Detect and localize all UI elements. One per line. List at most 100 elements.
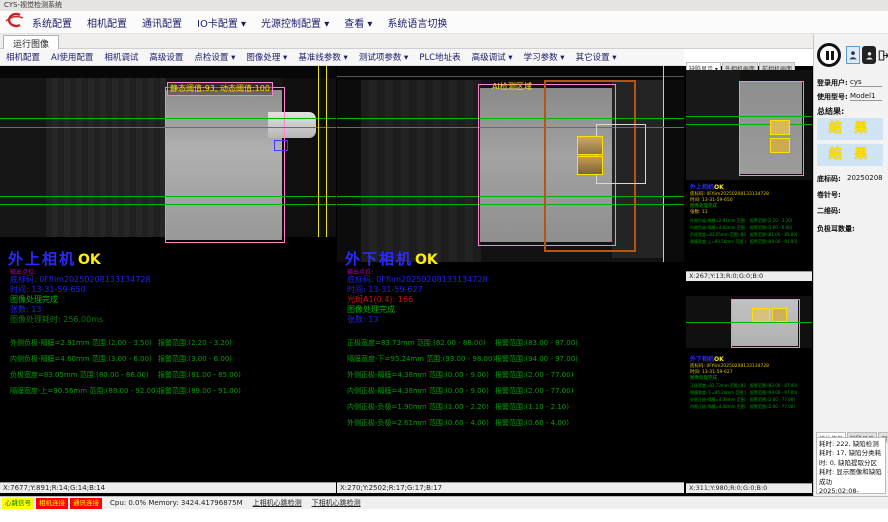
menu-language-switch[interactable]: 系统语言切换	[387, 15, 447, 30]
window-title: CYS-视觉检测系统	[4, 1, 62, 9]
menu-bar: 系统配置 相机配置 通讯配置 IO卡配置 ▾ 光源控制配置 ▾ 查看 ▾ 系统语…	[0, 11, 888, 34]
tool-test-params[interactable]: 测试项参数 ▾	[359, 51, 408, 63]
measurement-line: 内侧负极-隔膜=4.60mm 范围:(3.00 - 6.00)	[10, 354, 152, 364]
mini-alarm: 报警范围:(2.00 - 77.00)	[750, 397, 808, 403]
lower-camera-heartbeat-link[interactable]: 下相机心跳检测	[312, 498, 361, 508]
tool-advanced-settings[interactable]: 高级设置	[149, 51, 183, 63]
statistics-text[interactable]: 耗时: 222, 缺陷检测耗时: 17, 缺陷分类耗时: 0, 缺陷提取分区耗时…	[816, 437, 886, 494]
user-button[interactable]	[862, 46, 876, 64]
mini-lower-title: 外下相机OK	[690, 354, 724, 363]
mini-alarm: 报警范围:(3.00 - 6.00)	[750, 225, 808, 231]
qr-code-label: 二维码:	[817, 206, 841, 216]
alarm-range: 报警范围:(0.60 - 4.00)	[495, 418, 569, 428]
defect-thumb	[772, 308, 787, 322]
mini-measure: 正极宽度=83.73mm 范围:(82.00 - 88.00)	[690, 383, 746, 389]
mini-upper-title: 外上相机OK	[690, 182, 724, 191]
camera-lower-image: AI检测区域	[337, 66, 684, 262]
tool-camera-debug[interactable]: 相机调试	[104, 51, 138, 63]
mini-upper-statusbar: X:267;Y:13;R:0;G:0;B:0	[686, 271, 812, 281]
mini-upper-image	[686, 70, 812, 180]
measurement-line: 外侧正极-负极=2.61mm 范围:(0.60 - 4.00)	[347, 418, 489, 428]
defect-thumb	[770, 120, 790, 135]
mini-measure: 外侧负极-隔膜=2.91mm 范围:(2.00 - 3.50)	[690, 218, 746, 224]
neg-tab-count-label: 负极耳数量:	[817, 224, 855, 234]
tool-image-processing[interactable]: 图像处理 ▾	[246, 51, 287, 63]
exit-button[interactable]	[876, 46, 888, 64]
mini-alarm: 报警范围:(94.00 - 97.00)	[750, 390, 808, 396]
tool-spotcheck-settings[interactable]: 点检设置 ▾	[194, 51, 235, 63]
mini-measure: 内侧正极-隔膜=4.38mm 范围:(0.00 - 9.00)	[690, 404, 746, 410]
bottom-code-value: 20250208	[847, 174, 883, 182]
mini-line: 张数: 13	[690, 209, 708, 215]
app-window: CYS-视觉检测系统 系统配置 相机配置 通讯配置 IO卡配置 ▾ 光源控制配置…	[0, 0, 888, 522]
camera-lower-result-title: 外下相机OK	[345, 248, 438, 269]
menu-system-config[interactable]: 系统配置	[32, 15, 72, 30]
tool-learning-params[interactable]: 学习参数 ▾	[524, 51, 565, 63]
total-result-label: 总结果:	[817, 106, 844, 117]
mini-alarm: 报警范围:(81.00 - 85.00)	[750, 232, 808, 238]
bottom-code-label: 底标码:	[817, 174, 841, 184]
camera-upper-statusbar: X:7677;Y:891;R:14;G:14;B:14	[0, 482, 336, 493]
mini-view-lower[interactable]: 外下相机OK 底标码: 0Ffiim20250208133134728 时间: …	[686, 282, 812, 493]
mini-alarm: 报警范围:(89.00 - 91.00)	[750, 239, 808, 245]
defect-thumb	[770, 138, 790, 153]
login-user-button[interactable]	[846, 46, 860, 64]
menu-view[interactable]: 查看 ▾	[344, 15, 372, 30]
camera-view-lower[interactable]: AI检测区域 外下相机OK 输出点位: 底标码: 0Ffiim202502081…	[337, 66, 684, 493]
camera-connect-badge: 相机连接	[36, 498, 68, 509]
measurement-line: 负极宽度=83.05mm 范围:(80.00 - 86.00)	[10, 370, 149, 380]
tool-advanced-debug[interactable]: 高级调试 ▾	[472, 51, 513, 63]
login-user-label: 登录用户:	[817, 78, 848, 88]
tool-plc-address[interactable]: PLC地址表	[419, 51, 460, 63]
alarm-range: 报警范围:(1.10 - 2.10)	[495, 402, 569, 412]
mini-measure: 负极宽度=83.05mm 范围:(80.00 - 86.00)	[690, 232, 746, 238]
user-icon	[848, 49, 858, 61]
measurement-line: 内侧正极-隔膜=4.38mm 范围:(0.00 - 9.00)	[347, 386, 489, 396]
alarm-range: 报警范围:(89.00 - 91.00)	[158, 386, 241, 396]
camera-upper-image: 静态阈值:93, 动态阈值:100	[0, 66, 336, 237]
process-time-line: 图像处理耗时: 256.00ms	[10, 314, 103, 325]
roi-box-pink	[165, 87, 285, 243]
mini-line: 图像处理完成	[690, 375, 717, 381]
menu-comm-config[interactable]: 通讯配置	[142, 15, 182, 30]
alarm-range: 报警范围:(2.00 - 77.00)	[495, 370, 573, 380]
measurement-line: 隔膜宽度-下=95.24mm 范围:(93.00 - 98.00)	[347, 354, 495, 364]
mini-lower-statusbar: X:311;Y:980;R:0;G:0;B:0	[686, 483, 812, 493]
defect-thumb	[577, 156, 603, 175]
mini-measure: 外侧正极-隔膜=4.38mm 范围:(0.00 - 9.00)	[690, 397, 746, 403]
toolbar: 相机配置 AI使用配置 相机调试 高级设置 点检设置 ▾ 图像处理 ▾ 基准线参…	[0, 49, 684, 66]
defect-thumb	[577, 136, 603, 155]
tool-ai-use-config[interactable]: AI使用配置	[51, 51, 93, 63]
user-icon	[865, 50, 874, 61]
model-value[interactable]: Model1	[850, 92, 882, 101]
alarm-range: 报警范围:(94.00 - 97.00)	[495, 354, 578, 364]
menu-camera-config[interactable]: 相机配置	[87, 15, 127, 30]
mini-view-upper[interactable]: 外上相机OK 底标码: 0Ffiim20250208133134728 时间: …	[686, 70, 812, 281]
window-titlebar: CYS-视觉检测系统	[0, 0, 888, 11]
pause-button[interactable]	[817, 43, 841, 67]
tool-baseline-params[interactable]: 基准线参数 ▾	[298, 51, 347, 63]
mini-lower-image	[686, 296, 812, 348]
result-display-lower: 结 果	[817, 144, 883, 166]
exit-door-icon	[877, 49, 888, 62]
menu-io-config[interactable]: IO卡配置 ▾	[197, 15, 246, 30]
bottom-status-bar: 心跳信号 相机连接 通讯连接 Cpu: 0.0% Memory: 3424.41…	[0, 496, 888, 509]
pin-number-label: 卷针号:	[817, 190, 841, 200]
ai-region-label: AI检测区域	[492, 81, 532, 93]
alarm-range: 报警范围:(83.00 - 87.00)	[495, 338, 578, 348]
detect-box-white	[596, 124, 646, 184]
upper-camera-heartbeat-link[interactable]: 上相机心跳检测	[253, 498, 302, 508]
menu-light-config[interactable]: 光源控制配置 ▾	[261, 15, 329, 30]
alarm-range: 报警范围:(2.00 - 77.00)	[495, 386, 573, 396]
threshold-label: 静态阈值:93, 动态阈值:100	[167, 82, 273, 96]
alarm-range: 报警范围:(81.00 - 85.00)	[158, 370, 241, 380]
heartbeat-badge: 心跳信号	[2, 498, 34, 509]
login-user-value[interactable]: cys	[850, 78, 882, 87]
tool-other-settings[interactable]: 其它设置 ▾	[576, 51, 617, 63]
camera-view-upper[interactable]: 静态阈值:93, 动态阈值:100 外上相机OK 输出点位: 底标码: 0Ffi…	[0, 66, 336, 493]
tool-camera-config[interactable]: 相机配置	[6, 51, 40, 63]
measurement-line: 外侧负极-隔膜=2.91mm 范围:(2.00 - 3.50)	[10, 338, 152, 348]
result-display-upper: 结 果	[817, 118, 883, 140]
marker-box-blue	[274, 140, 288, 151]
alarm-range: 报警范围:(3.00 - 6.00)	[158, 354, 232, 364]
